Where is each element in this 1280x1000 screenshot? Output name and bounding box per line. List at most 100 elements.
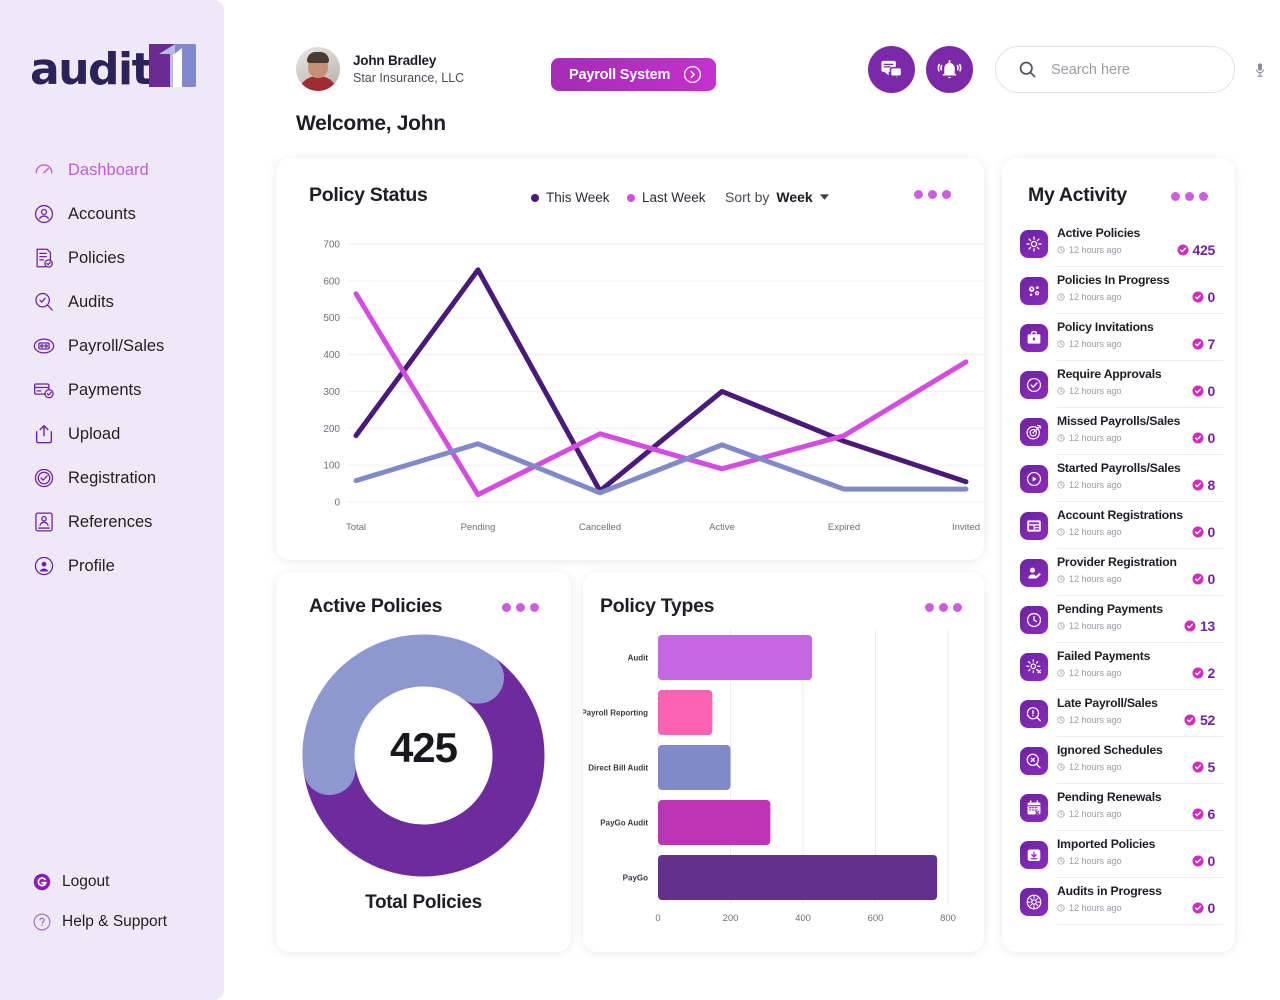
sidebar-item-profile[interactable]: Profile	[0, 544, 224, 588]
search-box[interactable]	[995, 46, 1264, 93]
legend-item-this-week[interactable]: This Week	[531, 190, 610, 205]
top-header: John Bradley Star Insurance, LLC Payroll…	[224, 0, 1280, 152]
svg-text:600: 600	[323, 276, 340, 287]
chevron-down-icon	[819, 193, 829, 201]
svg-text:400: 400	[795, 913, 811, 924]
activity-list-item[interactable]: Failed Payments 12 hours ago 2	[1020, 643, 1223, 690]
sidebar-item-dashboard[interactable]: Dashboard	[0, 148, 224, 192]
activity-item-meta: 12 hours ago 0	[1057, 383, 1223, 399]
my-activity-title: My Activity	[1028, 184, 1127, 206]
sidebar-item-payroll-sales[interactable]: Payroll/Sales	[0, 324, 224, 368]
policy-types-title: Policy Types	[600, 595, 715, 617]
sidebar-item-label: References	[68, 512, 153, 531]
sidebar-item-registration[interactable]: Registration	[0, 456, 224, 500]
activity-item-meta: 12 hours ago 8	[1057, 477, 1223, 493]
check-circle-icon	[1192, 291, 1204, 303]
activity-item-time: 12 hours ago	[1069, 574, 1122, 584]
sidebar-item-upload[interactable]: Upload	[0, 412, 224, 456]
user-edit-icon	[1020, 558, 1048, 587]
chart-category-labels: Audit Payroll Reporting Direct Bill Audit P…	[583, 654, 648, 883]
activity-list-item[interactable]: Policy Invitations 12 hours ago 7	[1020, 314, 1223, 361]
app-logo[interactable]: audit	[30, 42, 197, 92]
check-circle-icon	[1020, 370, 1048, 399]
clock-icon	[1057, 387, 1065, 395]
activity-list-item[interactable]: Started Payrolls/Sales 12 hours ago 8	[1020, 455, 1223, 502]
legend-item-last-week[interactable]: Last Week	[627, 190, 706, 205]
help-icon	[33, 913, 51, 931]
svg-text:600: 600	[868, 913, 884, 924]
sidebar-item-label: Help & Support	[62, 913, 168, 930]
activity-list-item[interactable]: Pending Renewals 12 hours ago 6	[1020, 784, 1223, 831]
svg-text:Expired: Expired	[828, 522, 860, 533]
sidebar-item-logout[interactable]: Logout	[0, 862, 224, 902]
sidebar-item-label: Logout	[62, 873, 110, 890]
activity-list-item[interactable]: Require Approvals 12 hours ago 0	[1020, 361, 1223, 408]
chart-series-lines	[353, 267, 969, 498]
activity-item-count: 0	[1192, 383, 1224, 399]
activity-list-item[interactable]: Account Registrations 12 hours ago 0	[1020, 502, 1223, 549]
notifications-button[interactable]	[926, 46, 973, 93]
payroll-system-button[interactable]: Payroll System	[551, 58, 717, 91]
activity-list-item[interactable]: Missed Payrolls/Sales 12 hours ago 0	[1020, 408, 1223, 455]
settings-circle-icon	[1020, 887, 1048, 916]
svg-text:Invited: Invited	[952, 522, 980, 533]
search-input[interactable]	[1051, 61, 1238, 78]
activity-item-time: 12 hours ago	[1069, 527, 1122, 537]
activity-item-body: Require Approvals 12 hours ago 0	[1057, 361, 1223, 408]
sidebar-item-payments[interactable]: Payments	[0, 368, 224, 412]
activity-item-label: Account Registrations	[1057, 508, 1183, 522]
active-policies-more-options-icon[interactable]	[502, 603, 539, 612]
avatar	[296, 47, 340, 91]
sidebar-item-audits[interactable]: Audits	[0, 280, 224, 324]
svg-text:100: 100	[323, 461, 340, 472]
activity-list-item[interactable]: Ignored Schedules 12 hours ago 5	[1020, 737, 1223, 784]
activity-list-item[interactable]: Active Policies 12 hours ago 425	[1020, 220, 1223, 267]
policy-types-more-options-icon[interactable]	[925, 603, 962, 612]
activity-item-meta: 12 hours ago 5	[1057, 759, 1223, 775]
sidebar-item-label: Audits	[68, 292, 114, 311]
activity-item-count: 7	[1192, 336, 1224, 352]
activity-item-count: 0	[1192, 571, 1224, 587]
check-circle-icon	[1192, 432, 1204, 444]
clock-icon	[1057, 434, 1065, 442]
activity-list-item[interactable]: Late Payroll/Sales 12 hours ago 52	[1020, 690, 1223, 737]
gear-icon	[1020, 229, 1048, 258]
activity-item-time: 12 hours ago	[1069, 621, 1122, 631]
activity-item-meta: 12 hours ago 0	[1057, 289, 1223, 305]
sort-by-dropdown[interactable]: Sort by Week	[725, 189, 829, 205]
svg-text:500: 500	[323, 313, 340, 324]
activity-item-body: Ignored Schedules 12 hours ago 5	[1057, 737, 1223, 784]
activity-list-item[interactable]: Audits in Progress 12 hours ago 0	[1020, 878, 1223, 925]
sidebar-item-help-support[interactable]: Help & Support	[0, 902, 224, 942]
clock-icon	[1057, 763, 1065, 771]
my-activity-more-options-icon[interactable]	[1171, 192, 1208, 201]
clock-icon	[1057, 669, 1065, 677]
check-circle-icon	[1184, 620, 1196, 632]
activity-list-item[interactable]: Imported Policies 12 hours ago 0	[1020, 831, 1223, 878]
user-profile-block[interactable]: John Bradley Star Insurance, LLC	[296, 47, 464, 91]
activity-item-label: Missed Payrolls/Sales	[1057, 414, 1181, 428]
svg-text:Pending: Pending	[461, 522, 496, 533]
activity-list-item[interactable]: Policies In Progress 12 hours ago 0	[1020, 267, 1223, 314]
page-title: Welcome, John	[296, 112, 446, 135]
policy-status-more-options-icon[interactable]	[914, 190, 951, 199]
sidebar-item-label: Registration	[68, 468, 157, 487]
chat-button[interactable]	[868, 46, 915, 93]
sidebar-item-policies[interactable]: Policies	[0, 236, 224, 280]
card-register-icon	[1020, 511, 1048, 540]
check-circle-icon	[1192, 902, 1204, 914]
check-circle-icon	[1192, 479, 1204, 491]
activity-item-count: 8	[1192, 477, 1224, 493]
activity-item-label: Policy Invitations	[1057, 320, 1154, 334]
activity-list-item[interactable]: Provider Registration 12 hours ago 0	[1020, 549, 1223, 596]
search-icon	[1018, 60, 1037, 79]
activity-item-value: 2	[1207, 665, 1216, 681]
sidebar-item-references[interactable]: References	[0, 500, 224, 544]
microphone-icon[interactable]	[1252, 62, 1268, 78]
sidebar-item-accounts[interactable]: Accounts	[0, 192, 224, 236]
clock-icon	[1057, 810, 1065, 818]
briefcase-icon	[1020, 323, 1048, 352]
activity-list-item[interactable]: Pending Payments 12 hours ago 13	[1020, 596, 1223, 643]
clock-icon	[1057, 716, 1065, 724]
activity-item-label: Late Payroll/Sales	[1057, 696, 1158, 710]
